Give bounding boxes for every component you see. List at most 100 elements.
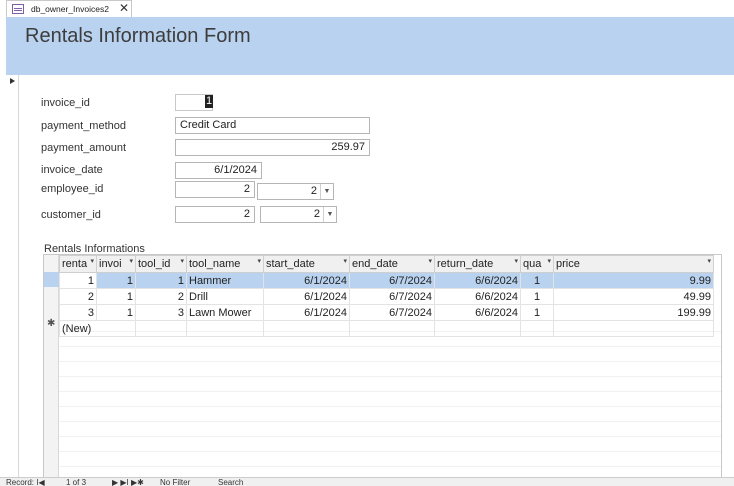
table-cell[interactable]: 6/6/2024: [434, 272, 521, 289]
column-header-label: start_date: [266, 258, 315, 270]
table-cell[interactable]: 1: [520, 304, 554, 321]
new-record-icon: ✱: [47, 318, 56, 329]
table-cell[interactable]: 1: [59, 272, 97, 289]
table-cell[interactable]: [520, 320, 554, 337]
column-filter-icon[interactable]: ▾: [257, 257, 261, 265]
payment-amount-field[interactable]: 259.97: [175, 139, 370, 156]
table-cell[interactable]: 6/7/2024: [349, 304, 435, 321]
table-cell[interactable]: Hammer: [186, 272, 264, 289]
column-header-label: qua: [523, 258, 542, 270]
column-header-label: invoi: [99, 258, 122, 270]
employee-id-field[interactable]: 2: [175, 181, 255, 198]
column-header-label: renta: [62, 258, 88, 270]
table-cell[interactable]: 1: [135, 272, 187, 289]
table-cell[interactable]: 1: [520, 288, 554, 305]
document-tab[interactable]: db_owner_Invoices2 ✕: [6, 0, 132, 17]
table-cell[interactable]: [263, 320, 350, 337]
new-record-row[interactable]: (New): [59, 320, 714, 337]
table-cell[interactable]: 49.99: [553, 288, 714, 305]
employee-id-combo[interactable]: 2 ▼: [257, 183, 334, 200]
customer-id-field[interactable]: 2: [175, 206, 255, 223]
column-header-end-date[interactable]: end_date ▾: [349, 255, 435, 273]
column-header-label: tool_id: [138, 258, 171, 270]
column-header-tool-id[interactable]: tool_id ▾: [135, 255, 187, 273]
payment-method-label: payment_method: [41, 120, 126, 132]
customer-id-combo[interactable]: 2 ▼: [260, 206, 337, 223]
invoice-date-label: invoice_date: [41, 164, 103, 176]
customer-id-label: customer_id: [41, 209, 101, 221]
column-filter-icon[interactable]: ▾: [129, 257, 133, 265]
table-cell[interactable]: 1: [520, 272, 554, 289]
column-header-label: price: [556, 258, 580, 270]
rentals-datasheet: renta ▾ invoi ▾ tool_id ▾ tool_name ▾ start_…: [59, 255, 714, 337]
column-header-quantity[interactable]: qua ▾: [520, 255, 554, 273]
chevron-down-icon[interactable]: ▼: [320, 184, 333, 199]
table-cell[interactable]: 199.99: [553, 304, 714, 321]
column-filter-icon[interactable]: ▾: [428, 257, 432, 265]
table-cell[interactable]: 3: [59, 304, 97, 321]
table-cell[interactable]: 1: [96, 304, 136, 321]
column-filter-icon[interactable]: ▾: [547, 257, 551, 265]
empty-grid-area: [59, 331, 721, 484]
column-header-price[interactable]: price ▾: [553, 255, 714, 273]
selected-row-marker: [44, 272, 59, 287]
table-cell[interactable]: 6/1/2024: [263, 272, 350, 289]
column-header-start-date[interactable]: start_date ▾: [263, 255, 350, 273]
column-header-label: tool_name: [189, 258, 241, 270]
tab-label: db_owner_Invoices2: [31, 4, 109, 14]
table-cell[interactable]: Drill: [186, 288, 264, 305]
chevron-down-icon[interactable]: ▼: [323, 207, 336, 222]
form-icon: [12, 4, 24, 14]
table-cell[interactable]: 2: [135, 288, 187, 305]
payment-method-field[interactable]: Credit Card: [175, 117, 370, 134]
table-cell[interactable]: 1: [96, 288, 136, 305]
page-title: Rentals Information Form: [25, 25, 251, 47]
table-row[interactable]: 3 1 3 Lawn Mower 6/1/2024 6/7/2024 6/6/2…: [59, 304, 714, 321]
current-record-arrow-icon: [10, 78, 15, 84]
column-header-tool-name[interactable]: tool_name ▾: [186, 255, 264, 273]
table-cell[interactable]: 6/7/2024: [349, 272, 435, 289]
column-filter-icon[interactable]: ▾: [514, 257, 518, 265]
close-icon[interactable]: ✕: [119, 2, 129, 15]
column-header-invoice[interactable]: invoi ▾: [96, 255, 136, 273]
employee-id-combo-value: 2: [310, 185, 317, 197]
column-filter-icon[interactable]: ▾: [90, 257, 94, 265]
column-filter-icon[interactable]: ▾: [707, 257, 711, 265]
payment-amount-label: payment_amount: [41, 142, 126, 154]
table-cell[interactable]: 6/1/2024: [263, 304, 350, 321]
column-header-return-date[interactable]: return_date ▾: [434, 255, 521, 273]
table-cell[interactable]: 6/6/2024: [434, 288, 521, 305]
invoice-id-value: 1: [205, 95, 213, 108]
column-filter-icon[interactable]: ▾: [343, 257, 347, 265]
table-cell[interactable]: Lawn Mower: [186, 304, 264, 321]
new-record-label[interactable]: (New): [59, 320, 136, 337]
table-cell[interactable]: [135, 320, 187, 337]
table-cell[interactable]: [349, 320, 435, 337]
table-cell[interactable]: 1: [96, 272, 136, 289]
table-cell[interactable]: 6/7/2024: [349, 288, 435, 305]
column-filter-icon[interactable]: ▾: [180, 257, 184, 265]
table-cell[interactable]: 6/6/2024: [434, 304, 521, 321]
rentals-subform: ✱ renta ▾ invoi ▾ tool_id ▾ tool_name ▾ star…: [43, 254, 722, 485]
record-selector[interactable]: [6, 75, 19, 485]
table-cell[interactable]: [434, 320, 521, 337]
table-cell[interactable]: 3: [135, 304, 187, 321]
table-cell[interactable]: 2: [59, 288, 97, 305]
form-header: Rentals Information Form: [6, 17, 734, 75]
table-cell[interactable]: 6/1/2024: [263, 288, 350, 305]
column-header-label: return_date: [437, 258, 494, 270]
column-header-rental[interactable]: renta ▾: [59, 255, 97, 273]
employee-id-label: employee_id: [41, 183, 104, 195]
table-row[interactable]: 2 1 2 Drill 6/1/2024 6/7/2024 6/6/2024 1…: [59, 288, 714, 305]
invoice-date-field[interactable]: 6/1/2024: [175, 162, 262, 179]
row-selector-column[interactable]: ✱: [44, 255, 59, 484]
table-cell[interactable]: 9.99: [553, 272, 714, 289]
table-cell[interactable]: [186, 320, 264, 337]
customer-id-combo-value: 2: [313, 208, 320, 220]
datasheet-header-row: renta ▾ invoi ▾ tool_id ▾ tool_name ▾ start_…: [59, 255, 714, 273]
invoice-id-label: invoice_id: [41, 97, 90, 109]
table-row[interactable]: 1 1 1 Hammer 6/1/2024 6/7/2024 6/6/2024 …: [59, 272, 714, 289]
table-cell[interactable]: [553, 320, 714, 337]
column-header-label: end_date: [352, 258, 398, 270]
document-tab-bar: db_owner_Invoices2 ✕: [0, 0, 734, 17]
